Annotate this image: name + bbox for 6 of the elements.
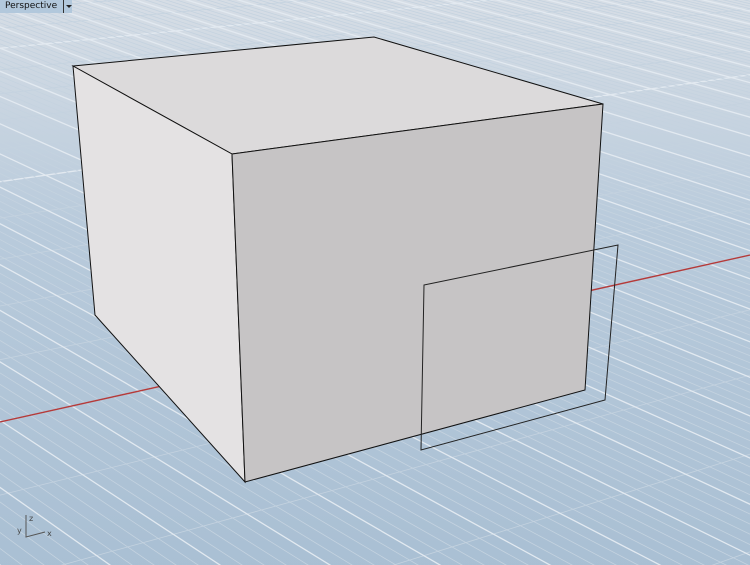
axis-label: x bbox=[47, 529, 52, 538]
viewport-title[interactable]: Perspective bbox=[0, 0, 64, 13]
axes-icon bbox=[26, 514, 46, 538]
axis-label: y bbox=[17, 526, 22, 535]
caret-icon[interactable] bbox=[63, 0, 72, 13]
axis-label: z bbox=[29, 514, 34, 523]
